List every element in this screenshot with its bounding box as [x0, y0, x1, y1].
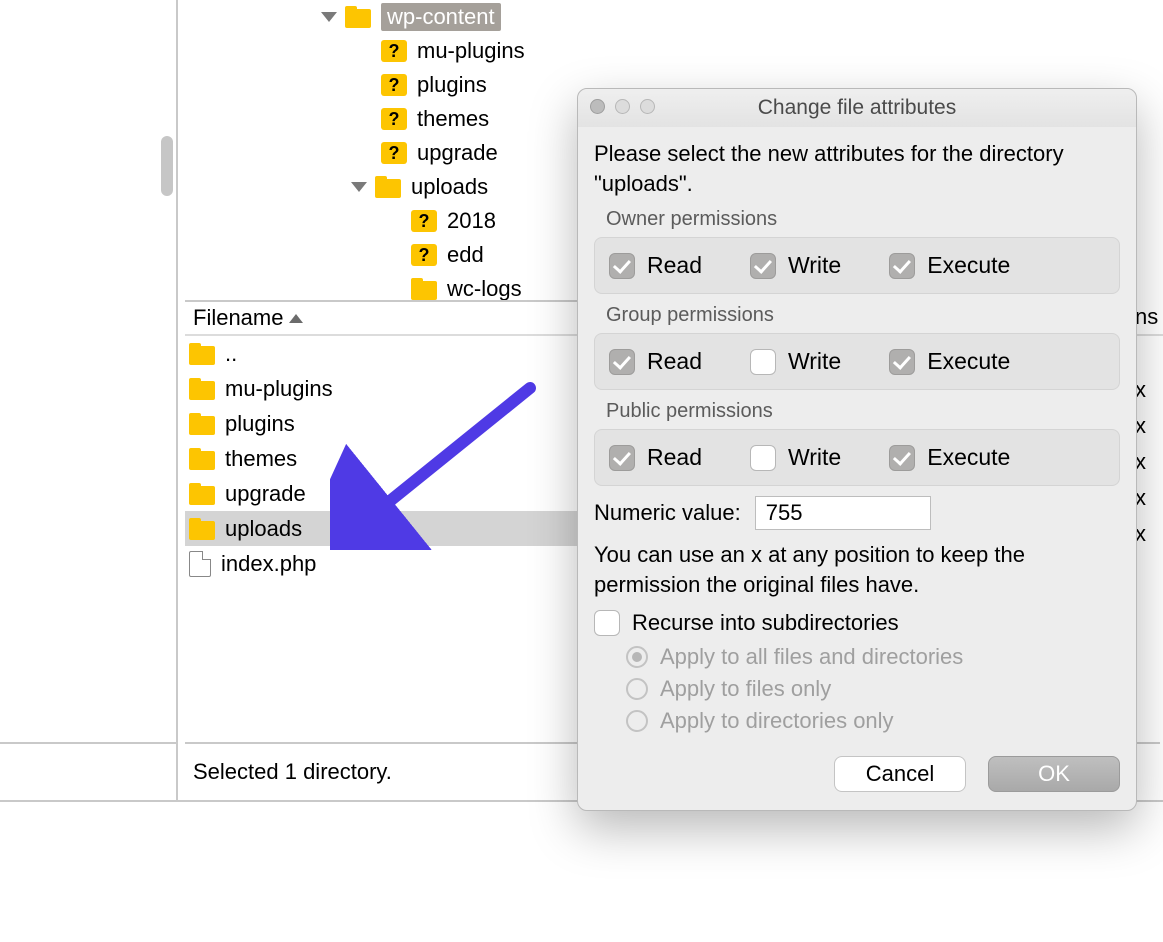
folder-icon: [375, 176, 401, 198]
zoom-icon[interactable]: [640, 99, 655, 114]
column-filename: Filename: [193, 305, 303, 331]
folder-icon: [189, 483, 215, 505]
radio-icon: [626, 678, 648, 700]
unknown-folder-icon: ?: [411, 244, 437, 266]
folder-icon: [189, 413, 215, 435]
window-controls: [590, 99, 655, 114]
radio-icon: [626, 710, 648, 732]
checkbox-icon: [750, 349, 776, 375]
checkbox-icon: [750, 445, 776, 471]
group-perm-label: Group permissions: [606, 304, 1120, 327]
public-perm-box: Read Write Execute: [594, 429, 1120, 486]
group-perm-box: Read Write Execute: [594, 333, 1120, 390]
unknown-folder-icon: ?: [411, 210, 437, 232]
close-icon[interactable]: [590, 99, 605, 114]
checkbox-icon: [889, 349, 915, 375]
file-icon: [189, 551, 211, 577]
recurse-label: Recurse into subdirectories: [632, 610, 899, 636]
file-name: mu-plugins: [225, 376, 333, 402]
sort-asc-icon: [289, 314, 303, 323]
ok-button[interactable]: OK: [988, 756, 1120, 792]
owner-perm-label: Owner permissions: [606, 208, 1120, 231]
radio-apply-files[interactable]: Apply to files only: [626, 676, 1120, 702]
status-text: Selected 1 directory.: [193, 759, 392, 785]
tree-label: plugins: [417, 72, 487, 98]
chevron-down-icon: [321, 12, 337, 22]
file-name: index.php: [221, 551, 316, 577]
tree-label: uploads: [411, 174, 488, 200]
file-name: ..: [225, 341, 237, 367]
radio-apply-dirs[interactable]: Apply to directories only: [626, 708, 1120, 734]
chevron-down-icon: [351, 182, 367, 192]
tree-label: wp-content: [381, 3, 501, 31]
unknown-folder-icon: ?: [381, 74, 407, 96]
left-pane: [0, 0, 178, 800]
tree-item[interactable]: ? mu-plugins: [185, 34, 1160, 68]
change-attributes-dialog: Change file attributes Please select the…: [577, 88, 1137, 811]
owner-write-checkbox[interactable]: Write: [750, 252, 841, 279]
unknown-folder-icon: ?: [381, 108, 407, 130]
tree-item-wp-content[interactable]: wp-content: [185, 0, 1160, 34]
checkbox-icon: [594, 610, 620, 636]
minimize-icon[interactable]: [615, 99, 630, 114]
tree-label: edd: [447, 242, 484, 268]
radio-apply-all[interactable]: Apply to all files and directories: [626, 644, 1120, 670]
unknown-folder-icon: ?: [381, 142, 407, 164]
scrollbar-track: [158, 0, 176, 300]
tree-label: upgrade: [417, 140, 498, 166]
owner-read-checkbox[interactable]: Read: [609, 252, 702, 279]
dialog-title: Change file attributes: [578, 96, 1136, 120]
column-label: Filename: [193, 305, 283, 331]
tree-label: 2018: [447, 208, 496, 234]
tree-label: themes: [417, 106, 489, 132]
recurse-checkbox[interactable]: Recurse into subdirectories: [594, 610, 1120, 636]
file-name: uploads: [225, 516, 302, 542]
group-execute-checkbox[interactable]: Execute: [889, 348, 1010, 375]
checkbox-icon: [609, 445, 635, 471]
cancel-button[interactable]: Cancel: [834, 756, 966, 792]
file-name: plugins: [225, 411, 295, 437]
numeric-value-label: Numeric value:: [594, 500, 741, 526]
folder-icon: [189, 518, 215, 540]
folder-icon: [189, 448, 215, 470]
checkbox-icon: [609, 349, 635, 375]
folder-icon: [189, 378, 215, 400]
left-pane-footer: [0, 742, 176, 800]
folder-icon: [411, 278, 437, 300]
public-read-checkbox[interactable]: Read: [609, 444, 702, 471]
dialog-titlebar[interactable]: Change file attributes: [578, 89, 1136, 127]
public-write-checkbox[interactable]: Write: [750, 444, 841, 471]
radio-icon: [626, 646, 648, 668]
group-read-checkbox[interactable]: Read: [609, 348, 702, 375]
file-name: themes: [225, 446, 297, 472]
dialog-intro: Please select the new attributes for the…: [594, 139, 1120, 198]
owner-execute-checkbox[interactable]: Execute: [889, 252, 1010, 279]
owner-perm-box: Read Write Execute: [594, 237, 1120, 294]
checkbox-icon: [889, 445, 915, 471]
checkbox-icon: [609, 253, 635, 279]
checkbox-icon: [750, 253, 776, 279]
folder-icon: [189, 343, 215, 365]
checkbox-icon: [889, 253, 915, 279]
public-execute-checkbox[interactable]: Execute: [889, 444, 1010, 471]
group-write-checkbox[interactable]: Write: [750, 348, 841, 375]
unknown-folder-icon: ?: [381, 40, 407, 62]
folder-icon: [345, 6, 371, 28]
hint-text: You can use an x at any position to keep…: [594, 540, 1120, 599]
public-perm-label: Public permissions: [606, 400, 1120, 423]
numeric-value-input[interactable]: [755, 496, 931, 530]
file-name: upgrade: [225, 481, 306, 507]
tree-label: wc-logs: [447, 276, 522, 302]
scrollbar-thumb[interactable]: [161, 136, 173, 196]
recurse-options: Apply to all files and directories Apply…: [626, 644, 1120, 734]
tree-label: mu-plugins: [417, 38, 525, 64]
left-bottom-strip: [0, 800, 178, 822]
